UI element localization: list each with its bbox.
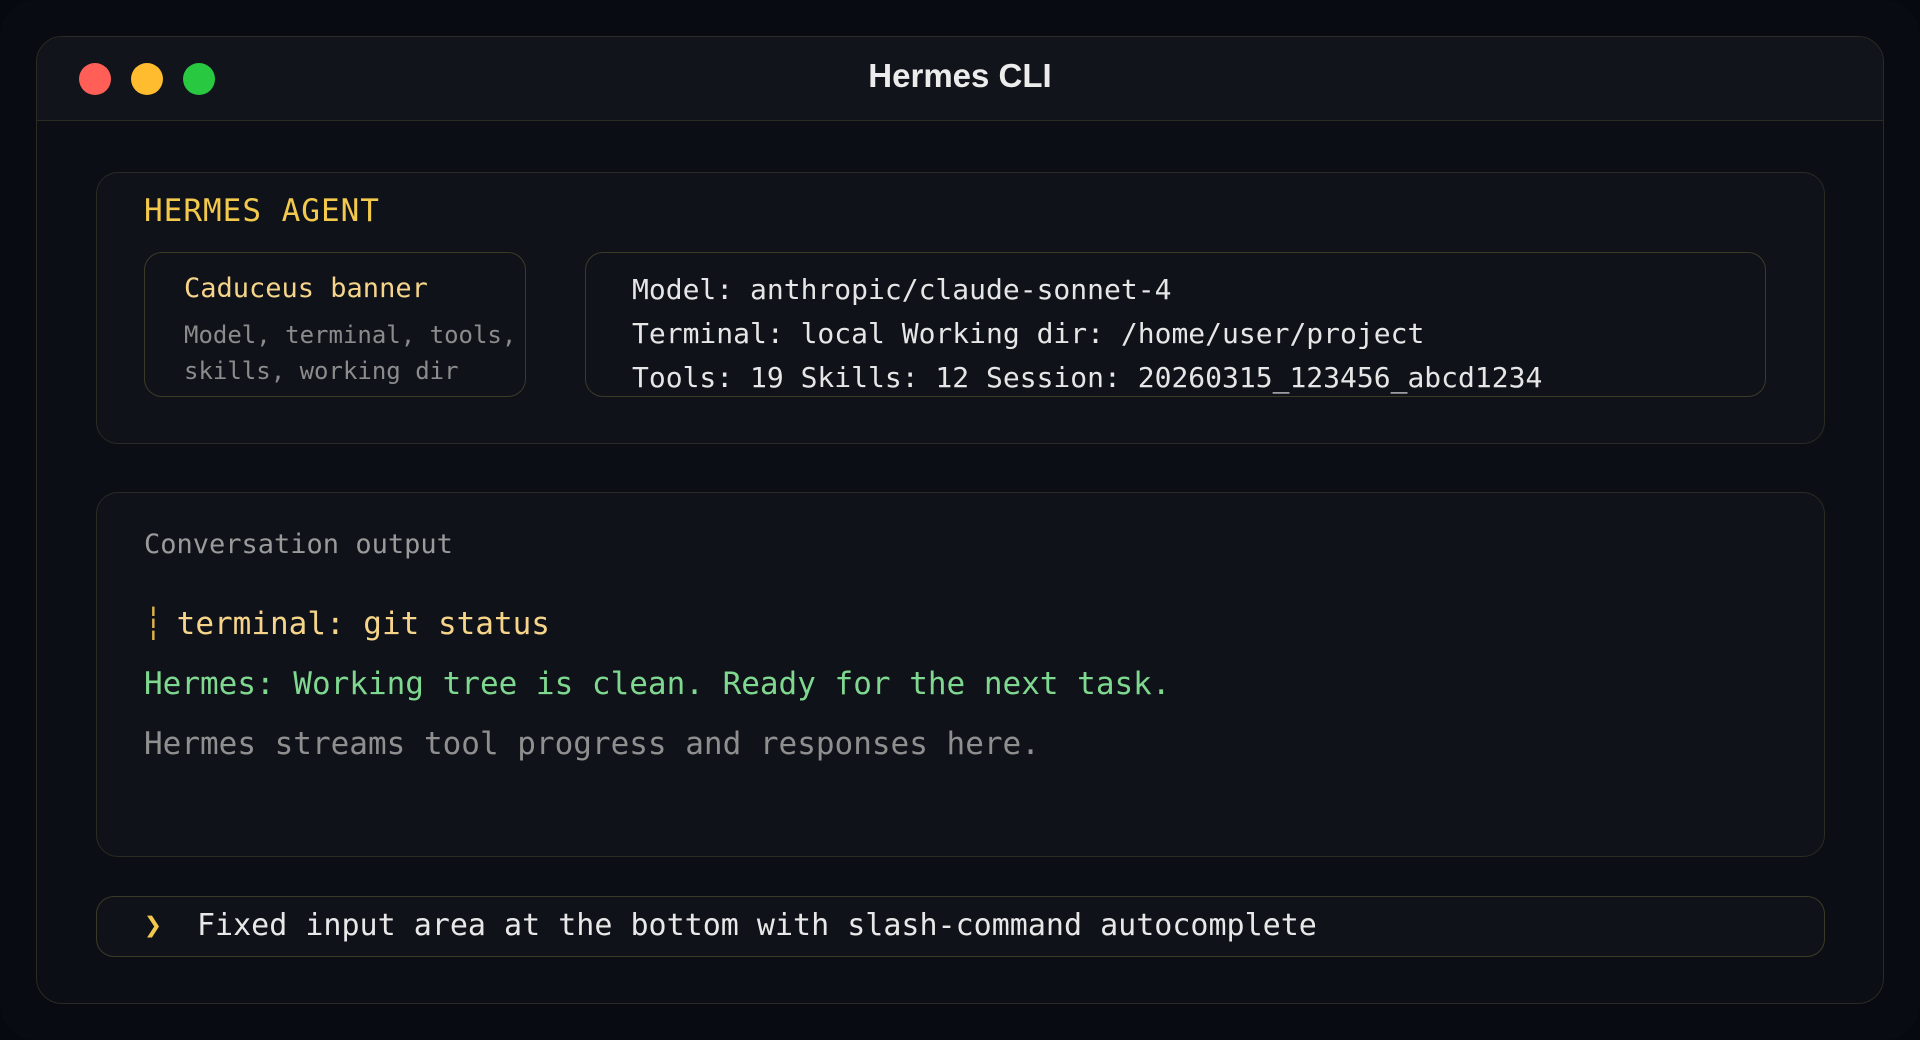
model-info: Model: anthropic/claude-sonnet-4 [632,273,1172,306]
agent-response: Hermes: Working tree is clean. Ready for… [144,666,1171,702]
agent-banner: HERMES AGENT Caduceus banner Model, term… [96,172,1825,444]
window-title: Hermes CLI [868,57,1052,94]
tool-call-text: terminal: git status [176,606,550,642]
session-info-box: Model: anthropic/claude-sonnet-4 Termina… [585,252,1766,397]
input-text[interactable]: Fixed input area at the bottom with slas… [197,908,1317,943]
prompt-chevron-icon: ❯ [144,908,163,943]
title-bar: Hermes CLI [37,37,1883,121]
command-input[interactable]: ❯ Fixed input area at the bottom with sl… [96,896,1825,957]
screen-background: Hermes CLI HERMES AGENT Caduceus banner … [0,0,1920,1040]
banner-heading: HERMES AGENT [144,193,380,229]
terminal-info: Terminal: local Working dir: /home/user/… [632,317,1425,350]
conversation-output: Conversation output ┆ terminal: git statu… [96,492,1825,857]
output-hint: Hermes streams tool progress and respons… [144,726,1040,762]
terminal-window: Hermes CLI HERMES AGENT Caduceus banner … [36,36,1884,1004]
output-heading: Conversation output [144,529,453,560]
tool-marker-icon: ┆ [144,606,163,642]
caduceus-description: Model, terminal, tools, skills, working … [184,321,517,385]
tools-skills-session-info: Tools: 19 Skills: 12 Session: 20260315_1… [632,361,1543,394]
caduceus-title: Caduceus banner [184,273,428,304]
caduceus-banner-box: Caduceus banner Model, terminal, tools, … [144,252,526,397]
tool-progress-line: ┆ terminal: git status [144,606,550,642]
